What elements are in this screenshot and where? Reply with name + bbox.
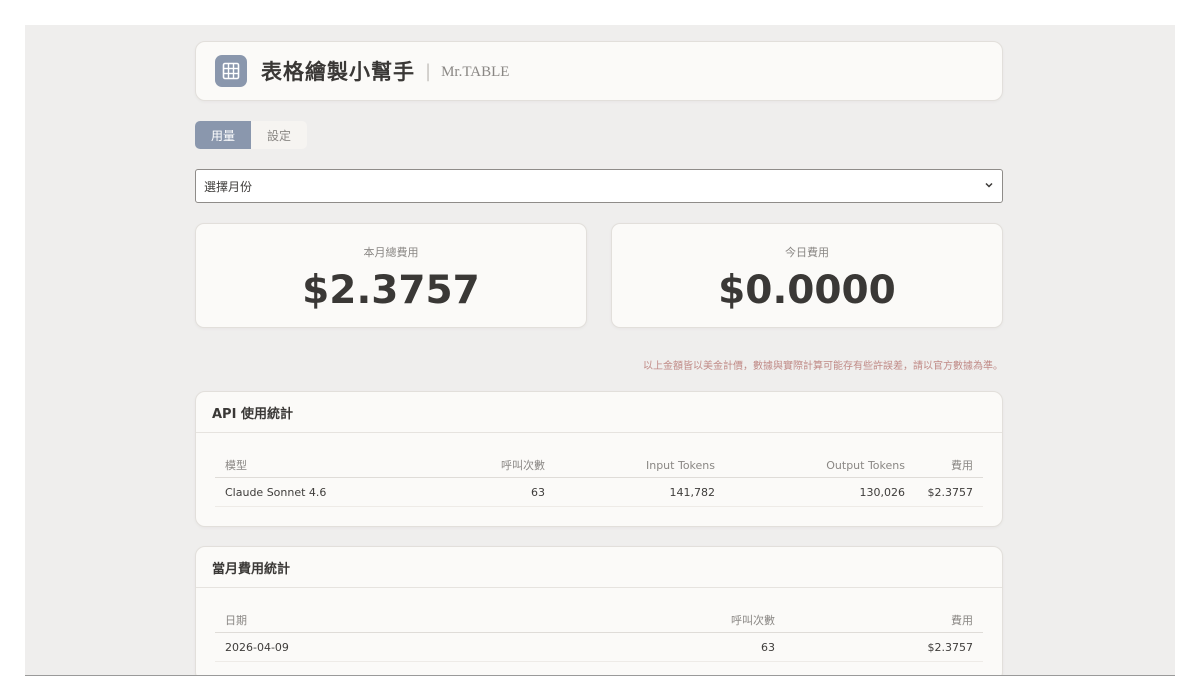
- api-stats-panel: API 使用統計 模型 呼叫次數 Input Tokens Output Tok…: [195, 391, 1003, 527]
- monthly-stats-table: 日期 呼叫次數 費用 2026-04-09 63 $2.3757: [215, 608, 983, 662]
- month-select-value: 選擇月份: [204, 179, 253, 194]
- cell-input-tokens: 141,782: [555, 477, 725, 507]
- app-title: 表格繪製小幫手: [261, 59, 415, 84]
- cell-model: Claude Sonnet 4.6: [215, 477, 415, 507]
- col-calls: 呼叫次數: [535, 608, 785, 633]
- monthly-stats-panel: 當月費用統計 日期 呼叫次數 費用 2026-04-09 63 $2.3757: [195, 546, 1003, 675]
- title-divider: |: [425, 60, 432, 82]
- api-stats-title: API 使用統計: [196, 392, 1002, 433]
- table-row: Claude Sonnet 4.6 63 141,782 130,026 $2.…: [215, 477, 983, 507]
- table-header-row: 模型 呼叫次數 Input Tokens Output Tokens 費用: [215, 453, 983, 478]
- cell-calls: 63: [535, 632, 785, 662]
- col-output-tokens: Output Tokens: [725, 453, 915, 478]
- cell-cost: $2.3757: [915, 477, 983, 507]
- disclaimer-note: 以上金額皆以美金計價，數據與實際計算可能存有些許誤差，請以官方數據為準。: [643, 361, 1003, 372]
- today-cost-card: 今日費用 $0.0000: [611, 223, 1003, 328]
- tab-bar: 用量 設定: [195, 121, 1003, 149]
- month-total-card: 本月總費用 $2.3757: [195, 223, 587, 328]
- api-stats-table: 模型 呼叫次數 Input Tokens Output Tokens 費用 Cl…: [215, 453, 983, 507]
- col-calls: 呼叫次數: [415, 453, 555, 478]
- app-header: 表格繪製小幫手 | Mr.TABLE: [195, 41, 1003, 101]
- chevron-down-icon: [984, 179, 994, 193]
- month-total-value: $2.3757: [302, 268, 480, 313]
- month-select[interactable]: 選擇月份: [195, 169, 1003, 203]
- tab-settings[interactable]: 設定: [251, 121, 307, 149]
- month-total-label: 本月總費用: [363, 246, 419, 259]
- table-header-row: 日期 呼叫次數 費用: [215, 608, 983, 633]
- monthly-stats-title: 當月費用統計: [196, 547, 1002, 588]
- today-cost-label: 今日費用: [785, 246, 829, 259]
- col-input-tokens: Input Tokens: [555, 453, 725, 478]
- today-cost-value: $0.0000: [718, 268, 896, 313]
- tab-usage[interactable]: 用量: [195, 121, 251, 149]
- col-cost: 費用: [915, 453, 983, 478]
- col-cost: 費用: [785, 608, 983, 633]
- cell-output-tokens: 130,026: [725, 477, 915, 507]
- table-grid-icon: [215, 55, 247, 87]
- col-model: 模型: [215, 453, 415, 478]
- cell-cost: $2.3757: [785, 632, 983, 662]
- table-row: 2026-04-09 63 $2.3757: [215, 632, 983, 662]
- main-content: 表格繪製小幫手 | Mr.TABLE 用量 設定 選擇月份 本月總費用 $2.3…: [195, 41, 1003, 675]
- app-viewport: 表格繪製小幫手 | Mr.TABLE 用量 設定 選擇月份 本月總費用 $2.3…: [25, 25, 1175, 676]
- col-date: 日期: [215, 608, 535, 633]
- app-subtitle: Mr.TABLE: [441, 64, 510, 80]
- cell-calls: 63: [415, 477, 555, 507]
- cell-date: 2026-04-09: [215, 632, 535, 662]
- stats-row: 本月總費用 $2.3757 今日費用 $0.0000: [195, 223, 1003, 328]
